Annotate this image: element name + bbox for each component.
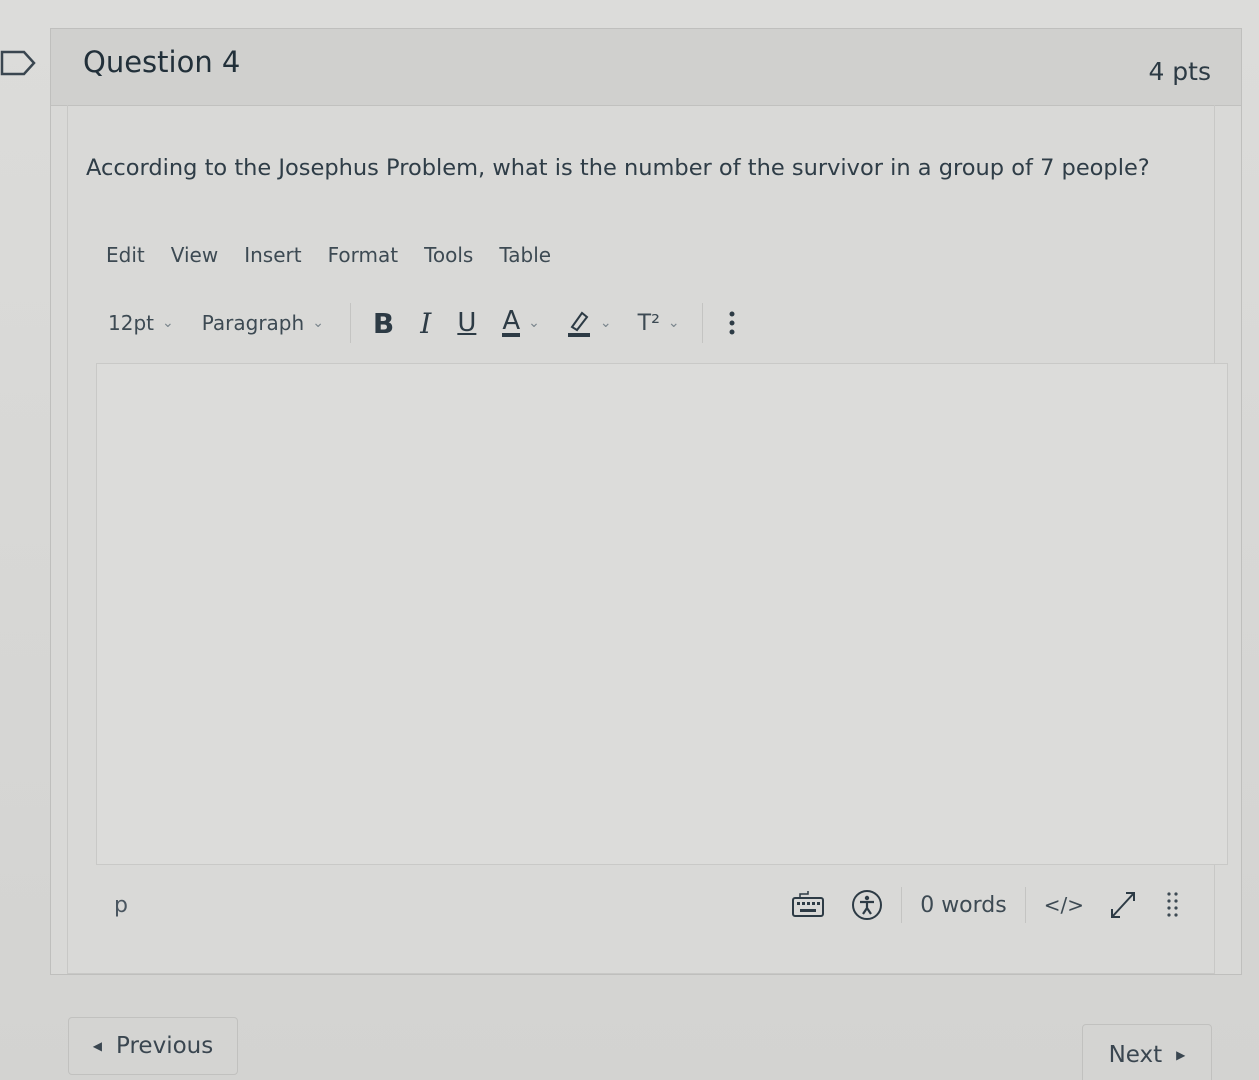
editor-menubar: Edit View Insert Format Tools Table	[106, 243, 577, 267]
italic-button[interactable]: I	[420, 307, 431, 340]
toolbar-divider	[701, 303, 703, 343]
question-text: According to the Josephus Problem, what …	[86, 155, 1150, 181]
italic-icon: I	[420, 306, 432, 340]
chevron-down-icon: ⌄	[312, 315, 324, 331]
superscript-icon: T²	[637, 310, 660, 336]
resize-grip-icon[interactable]	[1166, 890, 1180, 920]
menu-view[interactable]: View	[171, 243, 218, 267]
more-vertical-icon[interactable]	[727, 309, 737, 337]
chevron-right-icon: ▶	[1176, 1048, 1186, 1062]
highlighter-icon	[567, 311, 590, 337]
word-count: 0 words	[920, 892, 1007, 918]
menu-edit[interactable]: Edit	[106, 243, 145, 267]
superscript-button[interactable]: T² ⌄	[638, 311, 680, 336]
expand-icon[interactable]	[1106, 889, 1140, 921]
chevron-down-icon: ⌄	[528, 315, 540, 331]
question-title: Question 4	[83, 45, 241, 79]
menu-insert[interactable]: Insert	[244, 243, 301, 267]
question-header: Question 4 4 pts	[51, 29, 1241, 106]
previous-button[interactable]: ◀ Previous	[68, 1017, 238, 1075]
menu-table[interactable]: Table	[499, 243, 551, 267]
underline-button[interactable]: U	[457, 308, 476, 338]
editor-toolbar: 12pt ⌄ Paragraph ⌄ B I U A ⌄ ⌄ T² ⌄	[108, 301, 868, 345]
bold-button[interactable]: B	[373, 307, 394, 340]
font-size-value: 12pt	[108, 311, 154, 335]
underline-icon: U	[457, 308, 477, 338]
answer-editor[interactable]	[96, 363, 1228, 865]
chevron-left-icon: ◀	[92, 1039, 103, 1053]
next-button[interactable]: Next ▶	[1082, 1024, 1212, 1080]
statusbar-controls: 0 words </>	[791, 885, 1180, 925]
statusbar-divider	[901, 887, 903, 923]
html-editor-toggle[interactable]: </>	[1044, 893, 1084, 917]
accessibility-icon[interactable]	[851, 889, 883, 921]
block-format-select[interactable]: Paragraph ⌄	[202, 311, 324, 335]
editor-statusbar: p 0 words </>	[96, 881, 1200, 931]
next-label: Next	[1108, 1042, 1163, 1068]
quiz-page: Question 4 4 pts According to the Joseph…	[0, 0, 1259, 1080]
highlight-color-button[interactable]: ⌄	[566, 309, 612, 337]
menu-tools[interactable]: Tools	[424, 243, 473, 267]
text-color-button[interactable]: A ⌄	[502, 306, 540, 337]
chevron-down-icon: ⌄	[667, 315, 680, 331]
menu-format[interactable]: Format	[328, 243, 398, 267]
toolbar-divider	[349, 303, 351, 343]
previous-label: Previous	[116, 1033, 214, 1059]
flag-outline-icon[interactable]	[0, 50, 36, 76]
font-size-select[interactable]: 12pt ⌄	[108, 311, 174, 335]
question-points: 4 pts	[1148, 57, 1211, 86]
chevron-down-icon: ⌄	[162, 315, 174, 331]
text-color-icon: A	[502, 306, 521, 337]
statusbar-divider	[1024, 887, 1026, 923]
block-format-value: Paragraph	[201, 311, 305, 335]
bold-icon: B	[372, 306, 395, 340]
question-body: According to the Josephus Problem, what …	[67, 105, 1228, 974]
chevron-down-icon: ⌄	[599, 315, 612, 331]
element-path[interactable]: p	[114, 893, 128, 918]
question-card: Question 4 4 pts According to the Joseph…	[50, 28, 1242, 975]
keyboard-icon[interactable]	[791, 890, 825, 920]
